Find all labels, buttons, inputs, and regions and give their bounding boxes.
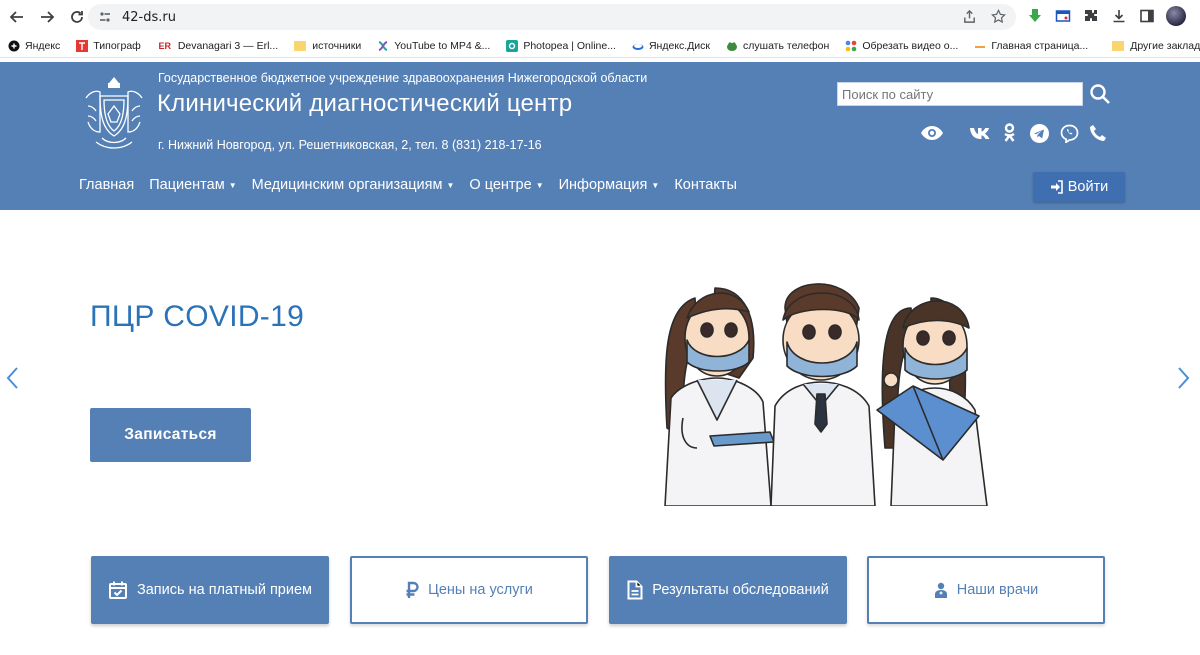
calendar-check-icon <box>108 581 127 599</box>
download-extension-icon[interactable] <box>1026 7 1044 25</box>
vk-icon <box>970 128 990 139</box>
bookmark-video-cut[interactable]: Обрезать видео о... <box>845 40 958 52</box>
search-input[interactable] <box>837 82 1083 106</box>
phone-icon <box>1090 125 1106 141</box>
bookmark-yandex[interactable]: Яндекс <box>8 40 60 52</box>
ok-link[interactable] <box>999 121 1019 145</box>
reload-button[interactable] <box>64 4 90 30</box>
caret-down-icon: ▼ <box>446 180 455 190</box>
viber-icon <box>1060 124 1078 143</box>
phone-link[interactable] <box>1087 121 1109 145</box>
site-info-icon[interactable] <box>98 10 112 24</box>
bookmark-sources-folder[interactable]: источники <box>294 40 361 52</box>
doctors-illustration <box>664 283 988 506</box>
nav-medical-organizations[interactable]: Медицинским организациям ▼ <box>252 177 455 193</box>
org-address: г. Нижний Новгород, ул. Решетниковская, … <box>158 138 542 152</box>
forward-button[interactable] <box>34 4 60 30</box>
ok-icon <box>1003 123 1015 142</box>
telegram-link[interactable] <box>1027 121 1051 145</box>
vk-link[interactable] <box>967 121 993 145</box>
bookmark-youtube-mp4[interactable]: YouTube to MP4 &... <box>377 40 490 52</box>
telegram-icon <box>1029 123 1049 143</box>
caret-down-icon: ▼ <box>535 180 544 190</box>
frog-icon <box>726 40 738 52</box>
back-button[interactable] <box>4 4 30 30</box>
address-bar[interactable]: 42-ds.ru <box>88 4 1016 30</box>
viber-link[interactable] <box>1057 121 1081 145</box>
star-icon[interactable] <box>991 9 1006 24</box>
nav-contacts[interactable]: Контакты <box>674 177 737 193</box>
document-icon <box>627 580 643 600</box>
tile-our-doctors[interactable]: Наши врачи <box>867 556 1105 624</box>
caret-down-icon: ▼ <box>651 180 660 190</box>
accessibility-eye-button[interactable] <box>918 121 946 145</box>
bookmark-listen-phone[interactable]: слушать телефон <box>726 40 829 52</box>
bookmark-photopea[interactable]: Photopea | Online... <box>506 39 616 52</box>
doctor-icon <box>934 582 947 598</box>
browser-toolbar: 42-ds.ru <box>0 0 1200 34</box>
nav-about[interactable]: О центре ▼ <box>469 177 543 193</box>
youtube-mp4-icon <box>377 40 389 52</box>
share-icon[interactable] <box>962 9 977 24</box>
sign-in-icon <box>1050 180 1063 194</box>
profile-avatar[interactable] <box>1166 6 1186 26</box>
bookmark-other-folder[interactable]: Другие закладк <box>1112 40 1200 52</box>
bookmark-main-page[interactable]: Главная страница... <box>974 40 1088 52</box>
tile-paid-appointment[interactable]: Запись на платный прием <box>91 556 329 624</box>
url-text: 42-ds.ru <box>122 9 176 25</box>
download-icon[interactable] <box>1110 7 1128 25</box>
yandex-icon <box>8 40 20 52</box>
slider-prev-arrow-icon[interactable] <box>4 365 22 391</box>
caret-down-icon: ▼ <box>228 180 237 190</box>
side-panel-icon[interactable] <box>1138 7 1156 25</box>
arrow-right-icon <box>41 11 55 23</box>
bookmark-typograf[interactable]: Типограф <box>76 39 141 52</box>
bookmark-yandex-disk[interactable]: Яндекс.Диск <box>632 40 710 52</box>
ruble-icon <box>406 581 419 598</box>
tile-prices[interactable]: Цены на услуги <box>350 556 588 624</box>
search-icon[interactable] <box>1089 83 1111 105</box>
org-subtitle: Государственное бюджетное учреждение здр… <box>158 71 648 85</box>
nav-patients[interactable]: Пациентам ▼ <box>149 177 236 193</box>
reload-icon <box>71 11 83 23</box>
org-title[interactable]: Клинический диагностический центр <box>157 90 572 118</box>
extensions-puzzle-icon[interactable] <box>1082 7 1100 25</box>
coat-of-arms-logo[interactable] <box>82 76 146 150</box>
nav-information[interactable]: Информация ▼ <box>559 177 660 193</box>
bookmarks-bar: Яндекс Типограф ER Devanagari 3 — Erl...… <box>0 34 1200 58</box>
hero-title: ПЦР COVID-19 <box>90 300 305 333</box>
nav-home[interactable]: Главная <box>79 177 134 193</box>
main-navigation: Главная Пациентам ▼ Медицинским организац… <box>79 177 752 193</box>
arrow-left-icon <box>9 11 23 23</box>
folder-icon <box>1112 40 1125 51</box>
typograf-icon <box>76 39 89 52</box>
slider-next-arrow-icon[interactable] <box>1174 365 1192 391</box>
hero-signup-button[interactable]: Записаться <box>90 408 251 462</box>
login-button[interactable]: Войти <box>1033 172 1125 202</box>
site-header: Государственное бюджетное учреждение здр… <box>0 62 1200 210</box>
photopea-icon <box>506 39 519 52</box>
eye-icon <box>921 126 943 140</box>
bookmark-devanagari[interactable]: ER Devanagari 3 — Erl... <box>157 40 279 52</box>
yandex-disk-icon <box>632 40 644 52</box>
folder-icon <box>294 40 307 51</box>
dash-icon <box>974 40 986 52</box>
tile-exam-results[interactable]: Результаты обследований <box>609 556 847 624</box>
video-cut-icon <box>845 40 857 52</box>
media-extension-icon[interactable] <box>1054 7 1072 25</box>
er-icon: ER <box>158 40 172 51</box>
